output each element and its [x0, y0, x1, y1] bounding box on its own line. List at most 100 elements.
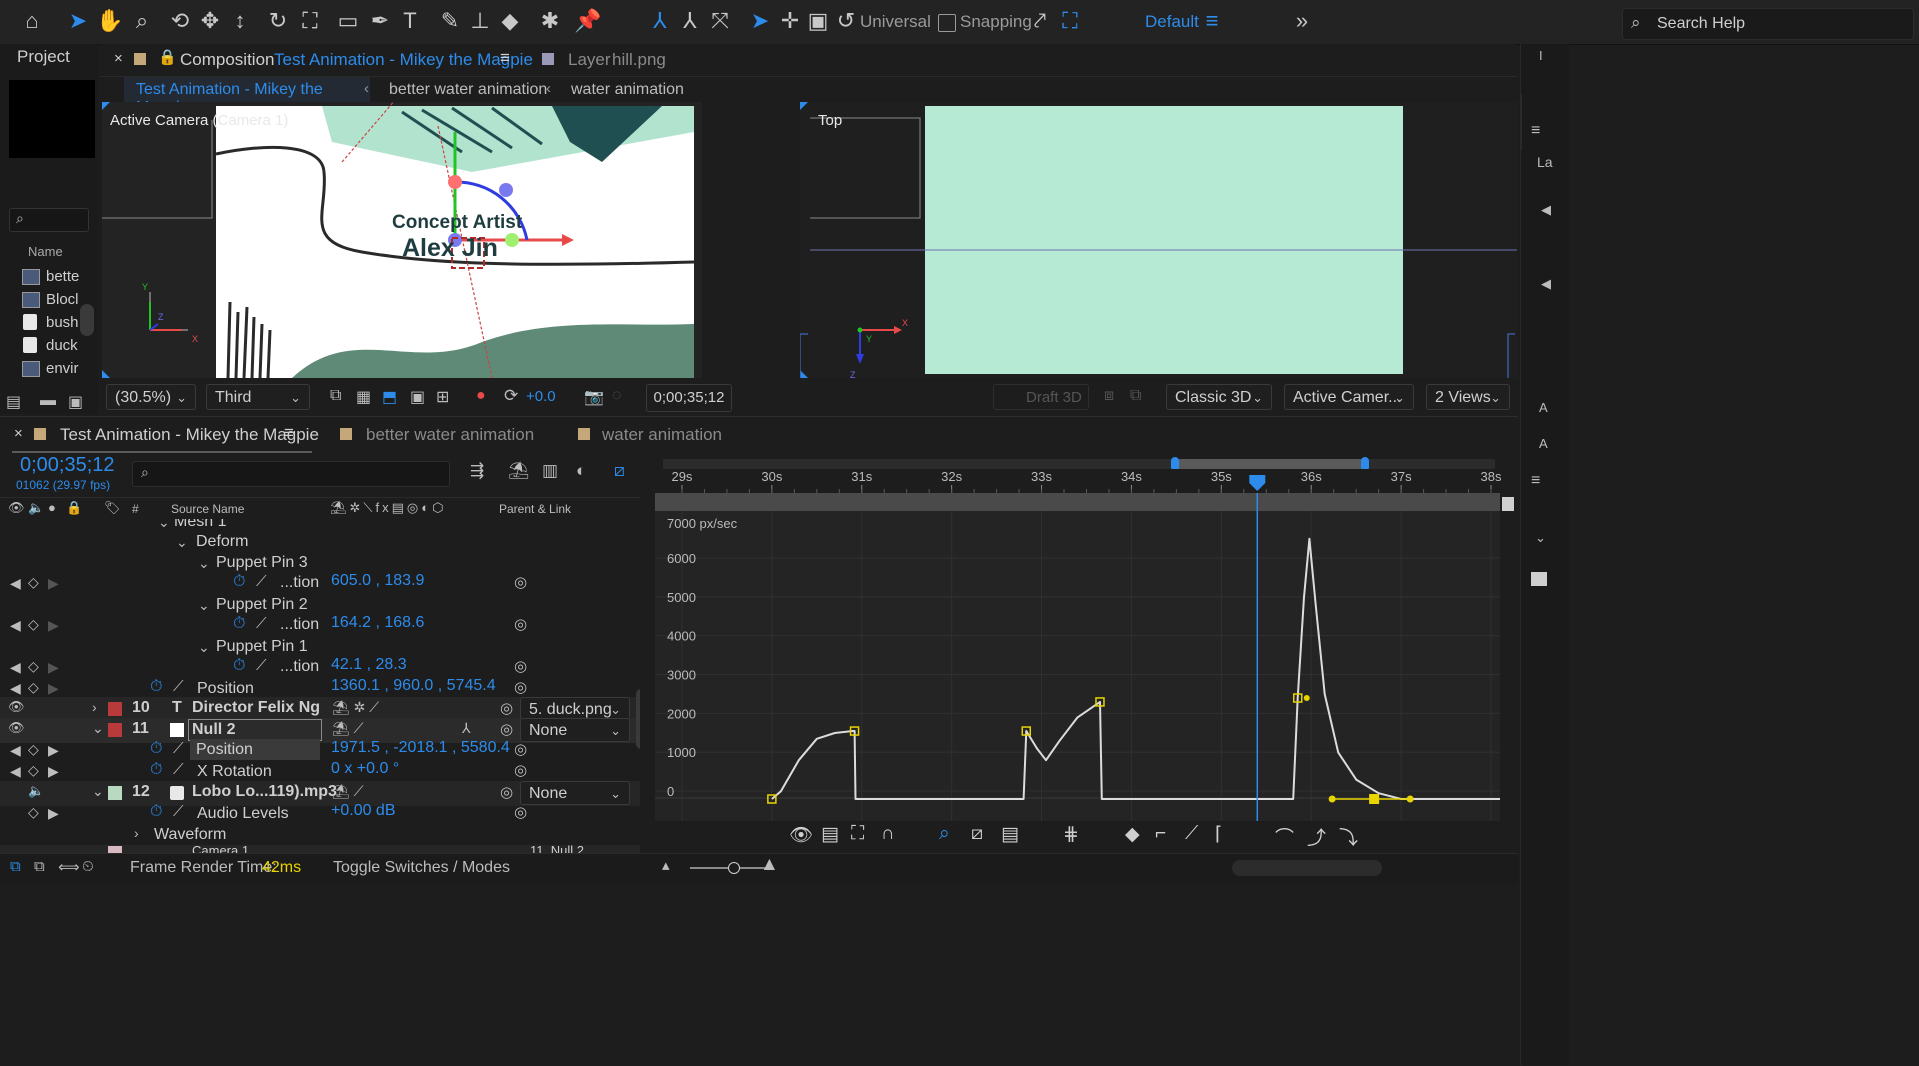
horizontal-scrollbar[interactable] [1232, 860, 1382, 876]
composition-tab[interactable]: × 🔒 Composition Test Animation - Mikey t… [112, 48, 533, 76]
pickwhip-icon[interactable]: ◎ [500, 783, 513, 801]
property-value[interactable]: 605.0 , 183.9 [331, 572, 424, 590]
roto-brush-icon[interactable]: ✱ [536, 7, 564, 35]
dolly-camera-icon[interactable]: ↕ [226, 7, 254, 35]
stopwatch-icon[interactable]: ⏱ [150, 678, 162, 696]
preview-panel-icon[interactable] [1531, 572, 1547, 586]
chevron-right-icon[interactable]: › [92, 699, 97, 715]
visibility-eye-icon[interactable]: 👁 [8, 720, 25, 736]
switches-header-icons[interactable]: ⛱✲⟍fx▤◎◐⬡ [330, 500, 446, 516]
world-axis-icon[interactable]: ⅄ [676, 7, 704, 35]
exposure-value[interactable]: +0.0 [526, 388, 556, 405]
rotate-tool-icon[interactable]: ↻ [264, 7, 292, 35]
add-keyframe-icon[interactable]: ◇ [28, 762, 39, 779]
layer-list-scrollbar[interactable] [636, 689, 640, 749]
chevron-down-icon[interactable]: ⌄ [1535, 530, 1546, 546]
pickwhip-icon[interactable]: ◎ [514, 803, 527, 821]
edit-keyframe-icon[interactable]: ◆ [1125, 823, 1140, 846]
stopwatch-icon[interactable]: ⏱ [233, 657, 245, 675]
layer-tab[interactable]: Layer hill.png [540, 48, 760, 76]
graph-toggle-icon[interactable]: ⟋ [256, 573, 267, 590]
property-value[interactable]: 164.2 , 168.6 [331, 614, 424, 632]
toggle-layer-switches-icon[interactable]: ⧉ [10, 858, 21, 875]
chevron-down-icon[interactable]: ⌄ [198, 639, 210, 656]
new-composition-icon[interactable]: ▣ [68, 392, 83, 412]
fast-previews-icon[interactable]: ⧉ [330, 387, 341, 405]
audio-switch-icon[interactable]: 🔈 [28, 500, 44, 516]
breadcrumb-item-active[interactable]: Test Animation - Mikey the Magpie [124, 77, 370, 116]
search-help-input[interactable]: ⌕ Search Help [1622, 8, 1914, 40]
more-workspaces-icon[interactable]: » [1288, 7, 1316, 35]
property-value[interactable]: 42.1 , 28.3 [331, 656, 407, 674]
pickwhip-icon[interactable]: ◎ [514, 657, 527, 675]
chevron-down-icon[interactable]: ⌄ [158, 519, 170, 531]
label-color-swatch[interactable] [108, 786, 122, 800]
viewer-top[interactable]: Top X Y Z [800, 102, 1517, 378]
shy-switch-icon[interactable]: ⛱ ⟋ [332, 783, 363, 800]
hand-tool-icon[interactable]: ✋ [96, 7, 124, 35]
current-time-display[interactable]: 0;00;35;12 [20, 454, 115, 477]
chevron-down-icon[interactable]: ⌄ [92, 783, 104, 800]
graph-toggle-icon[interactable]: ⟋ [256, 657, 267, 674]
mask-visibility-icon[interactable]: ⬒ [382, 387, 397, 407]
layer-name-field[interactable]: Null 2 [188, 719, 322, 741]
region-of-interest-icon[interactable]: ▣ [410, 387, 425, 407]
zoom-dropdown[interactable]: (30.5%) ⌄ [106, 384, 196, 410]
stopwatch-icon[interactable]: ⏱ [233, 615, 245, 633]
linear-keyframe-icon[interactable]: ⟋ [1185, 823, 1198, 845]
zoom-slider-thumb[interactable] [728, 862, 740, 874]
timeline-search-input[interactable]: ⌕ [132, 461, 450, 487]
solo-switch-icon[interactable]: ● [48, 500, 56, 515]
resolution-dropdown[interactable]: Third ⌄ [206, 384, 310, 410]
graph-toggle-icon[interactable]: ⟋ [173, 678, 184, 695]
renderer-dropdown[interactable]: Classic 3D ⌄ [1166, 384, 1272, 410]
new-folder-icon[interactable]: ▬ [40, 392, 56, 410]
shy-switch-icon[interactable]: ⛱ ⟋ [332, 720, 363, 737]
right-panel-tab-label[interactable]: La [1537, 154, 1553, 170]
lock-icon[interactable]: 🔒 [66, 500, 82, 516]
type-tool-icon[interactable]: T [396, 7, 424, 35]
snapshot-icon[interactable]: 📷 [584, 387, 604, 407]
brush-tool-icon[interactable]: ✎ [436, 7, 464, 35]
lock-icon[interactable]: 🔒 [158, 48, 177, 66]
property-value[interactable]: 0 x +0.0 ° [331, 760, 399, 778]
transparency-grid-icon[interactable]: ▦ [356, 387, 371, 407]
stopwatch-icon[interactable]: ⏱ [150, 740, 162, 758]
property-value[interactable]: +0.00 dB [331, 802, 396, 820]
auto-zoom-height-icon[interactable]: ⌕ [939, 823, 950, 845]
previous-keyframe-icon[interactable]: ◀ [10, 659, 21, 676]
graph-editor-icon[interactable]: ⧄ [614, 461, 625, 481]
add-keyframe-icon[interactable]: ◇ [28, 658, 39, 675]
snap-grid-icon[interactable]: ⛶ [1056, 7, 1084, 35]
panel-menu-icon[interactable]: ≡ [500, 48, 510, 68]
clone-stamp-icon[interactable]: ⊥ [466, 7, 494, 35]
timeline-tab-active[interactable]: × Test Animation - Mikey the Magpie ≡ [12, 423, 319, 453]
chevron-down-icon[interactable]: ⌄ [176, 534, 188, 551]
next-keyframe-icon[interactable]: ▶ [48, 575, 59, 592]
collapse-arrow-icon[interactable]: ◀ [1541, 276, 1551, 292]
next-keyframe-icon[interactable]: ▶ [48, 805, 59, 822]
rotate-gizmo-icon[interactable]: ↺ [832, 7, 860, 35]
pickwhip-icon[interactable]: ◎ [514, 761, 527, 779]
color-channels-icon[interactable]: ● [476, 387, 486, 405]
timeline-tab[interactable]: water animation [576, 423, 736, 451]
parent-link-header[interactable]: Parent & Link [499, 502, 571, 516]
add-keyframe-icon[interactable]: ◇ [28, 741, 39, 758]
ease-in-icon[interactable]: ⤴ [1307, 823, 1326, 850]
easy-ease-icon[interactable]: ⌒ [1275, 823, 1294, 850]
stopwatch-icon[interactable]: ⏱ [233, 573, 245, 591]
view-layout-dropdown[interactable]: 2 Views ⌄ [1426, 384, 1510, 410]
property-value[interactable]: 1971.5 , -2018.1 , 5580.4 [331, 739, 510, 757]
graph-options-icon[interactable]: ▤ [821, 823, 839, 846]
snapping-checkbox[interactable] [938, 14, 956, 32]
rectangle-tool-icon[interactable]: ▭ [334, 7, 362, 35]
3d-ground-plane-icon[interactable]: ⧈ [1104, 387, 1114, 405]
add-keyframe-icon[interactable]: ◇ [28, 804, 39, 821]
label-color-swatch[interactable] [108, 702, 122, 716]
visibility-eye-icon[interactable]: 👁 [8, 699, 25, 715]
pan-behind-icon[interactable]: ⛶ [296, 7, 324, 35]
pan-camera-icon[interactable]: ✥ [196, 7, 224, 35]
show-snapshot-icon[interactable]: ◌ [612, 387, 622, 405]
breadcrumb-item[interactable]: better water animation [389, 81, 547, 99]
graph-toggle-icon[interactable]: ⟋ [173, 740, 184, 757]
